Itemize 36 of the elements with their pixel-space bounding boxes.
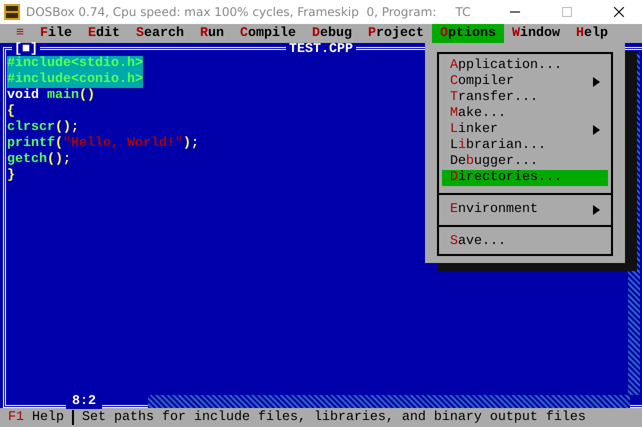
menu-option[interactable]: Make... (442, 106, 608, 122)
menu-item[interactable]: Window (504, 24, 568, 43)
menu-option[interactable]: Environment (442, 202, 608, 218)
menu-option[interactable]: Directories... (442, 170, 608, 186)
app-logo-icon (4, 4, 20, 20)
vertical-scrollbar[interactable] (628, 52, 640, 395)
menu-option[interactable]: Linker (442, 122, 608, 138)
menu-item[interactable]: Compile (232, 24, 304, 43)
menu-option[interactable]: Transfer... (442, 90, 608, 106)
status-message: Set paths for include files, libraries, and binary output files (72, 410, 586, 425)
menu-option[interactable]: Librarian... (442, 138, 608, 154)
code-line: } (7, 168, 15, 184)
menu-item[interactable]: Help (568, 24, 616, 43)
horizontal-scrollbar[interactable] (148, 395, 630, 408)
cursor-position: 8:2 (66, 395, 102, 409)
menu-option[interactable]: Debugger... (442, 154, 608, 170)
menu-item[interactable]: Edit (80, 24, 128, 43)
menu-item[interactable]: Search (128, 24, 192, 43)
help-hint[interactable]: F1 Help (0, 408, 72, 427)
code-line: void main() (7, 88, 95, 104)
code-line: printf("Hello, World!"); (7, 136, 199, 152)
menu-item[interactable]: Debug (304, 24, 360, 43)
menu-item[interactable]: Project (360, 24, 432, 43)
menu-item[interactable]: Run (192, 24, 232, 43)
menu-option[interactable]: Compiler (442, 74, 608, 90)
menu-option[interactable]: Save... (442, 234, 608, 250)
close-box[interactable]: [■] (12, 43, 40, 56)
close-icon (614, 7, 624, 17)
window-title: DOSBox 0.74, Cpu speed: max 100% cycles, Frameskip 0, Program: TC (26, 5, 472, 19)
code-line: { (7, 104, 15, 120)
menu-item[interactable]: Options (432, 24, 504, 43)
code-line: clrscr(); (7, 120, 79, 136)
menu-item[interactable]: File (32, 24, 80, 43)
maximize-icon (562, 7, 572, 17)
menu-option[interactable]: Application... (442, 58, 608, 74)
code-line: getch(); (7, 152, 71, 168)
